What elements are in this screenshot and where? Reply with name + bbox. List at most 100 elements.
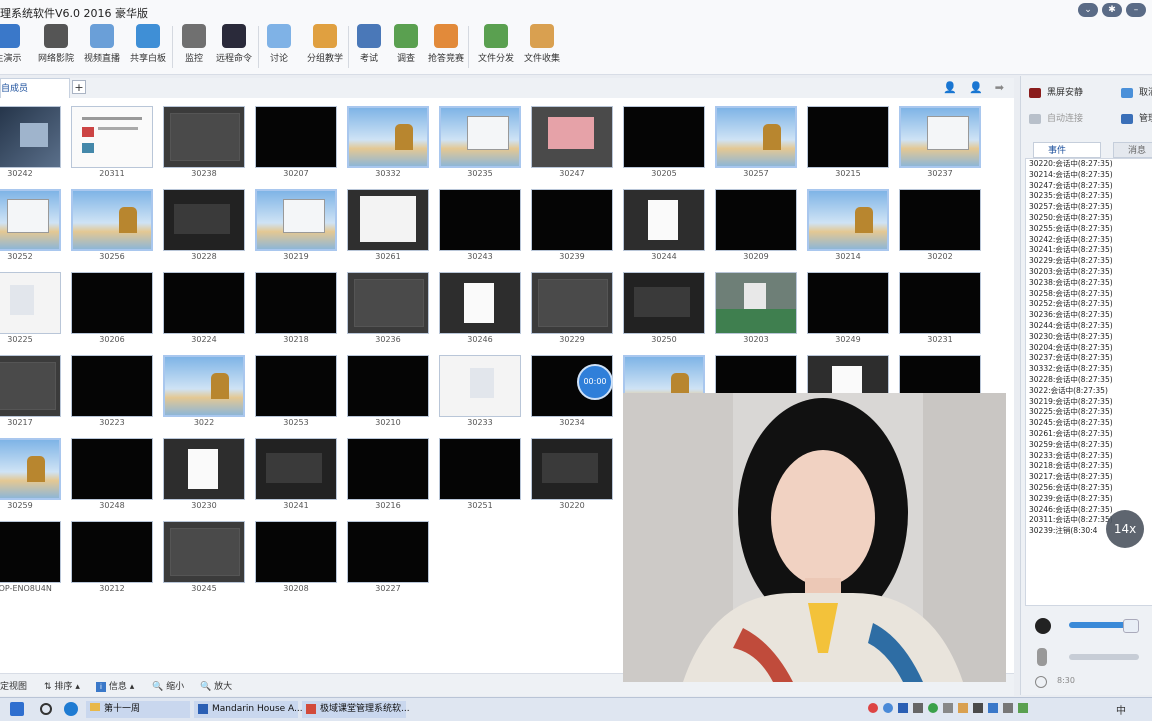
cancel-black-screen-button[interactable]: 取消 <box>1121 84 1152 102</box>
student-screen-thumbnail[interactable] <box>71 521 153 583</box>
student-screen-thumbnail[interactable] <box>715 272 797 334</box>
tab-events[interactable]: 事件 <box>1033 142 1101 158</box>
student-screen-thumbnail[interactable] <box>899 106 981 168</box>
sort-button[interactable]: ⇅ 排序 ▴ <box>44 679 80 692</box>
tray-icon[interactable] <box>898 703 908 713</box>
speaker-icon[interactable] <box>1035 618 1051 634</box>
toolbar-item-group-users[interactable]: 分组教学 <box>304 22 346 72</box>
manage-button[interactable]: 管理 <box>1121 110 1152 128</box>
student-screen-thumbnail[interactable] <box>71 272 153 334</box>
student-screen-thumbnail[interactable] <box>531 106 613 168</box>
tray-icon[interactable] <box>1003 703 1013 713</box>
toolbar-item-chat-bubbles[interactable]: 讨论 <box>264 22 294 72</box>
student-screen-thumbnail[interactable] <box>715 106 797 168</box>
toolbar-item-webcam[interactable]: 视频直播 <box>82 22 122 72</box>
student-screen-thumbnail[interactable] <box>71 355 153 417</box>
student-screen-thumbnail[interactable] <box>255 106 337 168</box>
student-screen-thumbnail[interactable] <box>347 272 429 334</box>
student-screen-thumbnail[interactable] <box>255 355 337 417</box>
toolbar-item-file-send[interactable]: 文件分发 <box>476 22 516 72</box>
tray-icon[interactable] <box>1018 703 1028 713</box>
student-screen-thumbnail[interactable] <box>163 189 245 251</box>
taskbar-item-classroom-app[interactable]: 极域课堂管理系统软... <box>302 701 410 718</box>
student-screen-thumbnail[interactable] <box>623 189 705 251</box>
student-screen-thumbnail[interactable] <box>71 106 153 168</box>
student-screen-thumbnail[interactable] <box>807 106 889 168</box>
taskbar-pin-icon[interactable] <box>40 703 52 715</box>
info-button[interactable]: i 信息 ▴ <box>96 679 134 692</box>
toolbar-item-monitor-person[interactable]: 监控 <box>180 22 208 72</box>
toolbar-item-survey-chart[interactable]: 调查 <box>393 22 419 72</box>
student-screen-thumbnail[interactable] <box>531 272 613 334</box>
student-screen-thumbnail[interactable] <box>255 521 337 583</box>
tab-messages[interactable]: 消息 <box>1113 142 1152 158</box>
tab-members[interactable]: 自成员 <box>0 78 70 98</box>
volume-slider-thumb[interactable] <box>1123 619 1139 633</box>
student-screen-thumbnail[interactable] <box>0 272 61 334</box>
student-screen-thumbnail[interactable] <box>71 438 153 500</box>
student-screen-thumbnail[interactable] <box>531 189 613 251</box>
student-screen-thumbnail[interactable] <box>255 272 337 334</box>
student-screen-thumbnail[interactable] <box>71 189 153 251</box>
student-screen-thumbnail[interactable] <box>439 355 521 417</box>
toolbar-item-film-reel[interactable]: 网络影院 <box>36 22 76 72</box>
playback-speed-badge[interactable]: 14x <box>1106 510 1144 548</box>
zoom-out-button[interactable]: 🔍 缩小 <box>152 679 184 692</box>
mic-slider[interactable] <box>1069 654 1139 660</box>
student-screen-thumbnail[interactable] <box>163 438 245 500</box>
chevron-down-icon[interactable]: ⌄ <box>1078 3 1098 17</box>
student-screen-thumbnail[interactable] <box>347 106 429 168</box>
toolbar-item-exam-clock[interactable]: 考试 <box>354 22 384 72</box>
edge-browser-icon[interactable] <box>64 702 78 716</box>
gear-icon[interactable]: ✱ <box>1102 3 1122 17</box>
student-screen-thumbnail[interactable] <box>623 106 705 168</box>
student-screen-thumbnail[interactable] <box>0 438 61 500</box>
toolbar-item-quiz-person[interactable]: 抢答竞赛 <box>426 22 466 72</box>
student-screen-thumbnail[interactable] <box>623 272 705 334</box>
tray-icon[interactable] <box>958 703 968 713</box>
fixed-view-button[interactable]: 定视图 <box>0 679 27 692</box>
student-screen-thumbnail[interactable] <box>163 106 245 168</box>
minimize-icon[interactable]: – <box>1126 3 1146 17</box>
student-screen-thumbnail[interactable] <box>439 272 521 334</box>
student-screen-thumbnail[interactable] <box>439 106 521 168</box>
microphone-icon[interactable] <box>1037 648 1047 666</box>
toolbar-item-demo[interactable]: 生演示 <box>0 22 26 72</box>
student-screen-thumbnail[interactable] <box>255 189 337 251</box>
black-screen-button[interactable]: 黑屏安静 <box>1029 84 1083 102</box>
student-screen-thumbnail[interactable] <box>899 189 981 251</box>
student-screen-thumbnail[interactable] <box>715 189 797 251</box>
student-screen-thumbnail[interactable] <box>807 189 889 251</box>
tray-icon[interactable] <box>988 703 998 713</box>
student-screen-thumbnail[interactable] <box>0 355 61 417</box>
student-screen-thumbnail[interactable] <box>531 438 613 500</box>
toolbar-item-file-collect[interactable]: 文件收集 <box>522 22 562 72</box>
arrow-right-icon[interactable]: ➡ <box>995 81 1004 94</box>
toolbar-item-command-terminal[interactable]: 远程命令 <box>214 22 254 72</box>
student-screen-thumbnail[interactable] <box>255 438 337 500</box>
student-screen-thumbnail[interactable] <box>163 521 245 583</box>
tray-icon[interactable] <box>883 703 893 713</box>
start-button[interactable] <box>10 702 24 716</box>
student-screen-thumbnail[interactable] <box>899 272 981 334</box>
student-screen-thumbnail[interactable] <box>807 272 889 334</box>
tray-icon[interactable] <box>913 703 923 713</box>
student-screen-thumbnail[interactable] <box>439 189 521 251</box>
zoom-in-button[interactable]: 🔍 放大 <box>200 679 232 692</box>
add-tab-button[interactable]: + <box>72 80 86 94</box>
input-method-indicator[interactable]: 中 <box>1116 702 1126 717</box>
tray-icon[interactable] <box>928 703 938 713</box>
taskbar-item-word[interactable]: Mandarin House A... <box>194 701 303 718</box>
toolbar-item-whiteboard[interactable]: 共享白板 <box>128 22 168 72</box>
student-screen-thumbnail[interactable] <box>0 189 61 251</box>
tray-icon[interactable] <box>973 703 983 713</box>
tray-icon[interactable] <box>943 703 953 713</box>
user-view-icon[interactable]: 👤 <box>943 81 957 94</box>
timer-badge[interactable]: 00:00 <box>577 364 613 400</box>
auto-connect-button[interactable]: 自动连接 <box>1029 110 1083 128</box>
student-screen-thumbnail[interactable] <box>163 272 245 334</box>
student-screen-thumbnail[interactable] <box>0 106 61 168</box>
student-screen-thumbnail[interactable] <box>439 438 521 500</box>
taskbar-item-folder[interactable]: 第十一周 <box>86 701 190 718</box>
student-screen-thumbnail[interactable] <box>347 438 429 500</box>
